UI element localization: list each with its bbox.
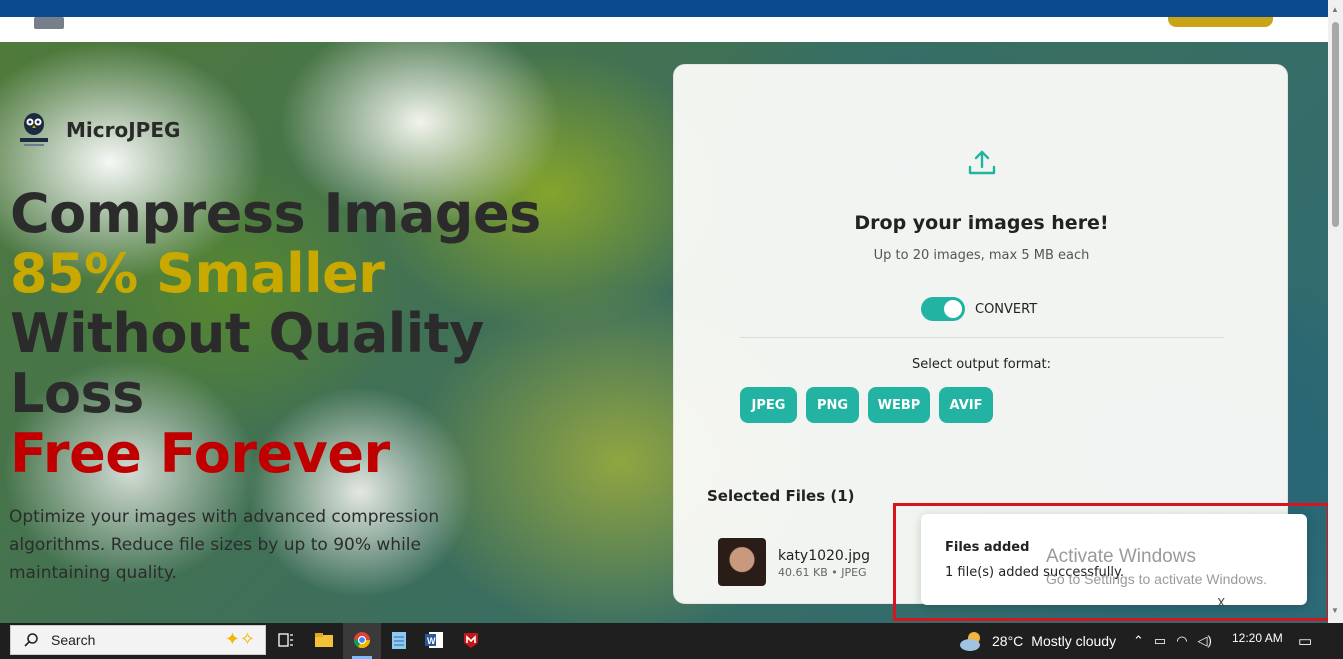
toggle-knob	[944, 300, 962, 318]
file-name: katy1020.jpg	[778, 548, 870, 564]
drop-title: Drop your images here!	[854, 212, 1109, 234]
convert-toggle-row: CONVERT	[921, 297, 1037, 321]
clock[interactable]: 12:20 AM	[1232, 631, 1283, 645]
headline-line-2: 85% Smaller	[10, 242, 385, 305]
search-label: Search	[51, 632, 96, 648]
search-icon	[24, 633, 38, 647]
wifi-icon[interactable]: ◠	[1176, 633, 1187, 649]
battery-icon[interactable]: ▭	[1154, 633, 1166, 649]
volume-icon[interactable]: ◁)	[1198, 633, 1212, 649]
headline-line-1: Compress Images	[10, 182, 541, 245]
scroll-down-arrow-icon[interactable]: ▼	[1331, 606, 1339, 615]
browser-top-strip	[0, 0, 1343, 17]
headline-line-3: Without Quality	[10, 302, 484, 365]
sparkle-icon: ✦✧	[224, 629, 255, 649]
weather-temp: 28°C	[992, 633, 1024, 649]
file-list-item[interactable]: katy1020.jpg 40.61 KB • JPEG	[718, 538, 870, 586]
upload-icon[interactable]	[966, 147, 998, 179]
page-scrollbar[interactable]: ▲ ▼	[1328, 0, 1343, 623]
brand: MicroJPEG	[18, 110, 180, 150]
chrome-icon[interactable]	[352, 630, 372, 650]
mcafee-icon[interactable]	[461, 630, 481, 650]
hero-headline: Compress Images 85% Smaller Without Qual…	[10, 184, 541, 484]
activate-windows-watermark: Activate Windows Go to Settings to activ…	[1046, 546, 1267, 587]
format-png-button[interactable]: PNG	[806, 387, 859, 423]
brand-name: MicroJPEG	[66, 118, 181, 142]
nav-cta-button[interactable]	[1168, 17, 1273, 27]
scroll-thumb[interactable]	[1332, 22, 1339, 227]
file-meta: 40.61 KB • JPEG	[778, 566, 867, 579]
word-icon[interactable]: W	[424, 630, 444, 650]
svg-text:W: W	[427, 636, 436, 646]
task-view-icon[interactable]	[276, 630, 296, 650]
hero-subtext: Optimize your images with advanced compr…	[9, 507, 440, 583]
headline-line-5: Free Forever	[10, 422, 390, 485]
selected-files-title: Selected Files (1)	[707, 487, 855, 505]
format-buttons: JPEG PNG WEBP AVIF	[740, 387, 993, 423]
taskbar-search[interactable]: Search ✦✧	[10, 625, 266, 655]
weather-desc: Mostly cloudy	[1031, 633, 1117, 649]
file-explorer-icon[interactable]	[314, 630, 334, 650]
tray-chevron-up-icon[interactable]: ⌃	[1133, 633, 1144, 649]
format-webp-button[interactable]: WEBP	[868, 387, 930, 423]
scroll-up-arrow-icon[interactable]: ▲	[1331, 5, 1339, 14]
headline-line-4: Loss	[10, 362, 144, 425]
file-thumbnail	[718, 538, 766, 586]
notification-icon[interactable]: ▭	[1298, 623, 1312, 659]
drop-subtitle: Up to 20 images, max 5 MB each	[873, 248, 1090, 263]
format-label: Select output format:	[911, 357, 1051, 372]
windows-taskbar: Search ✦✧ W 28°C Mostly cloudy ⌃ ▭ ◠ ◁) …	[0, 623, 1343, 659]
owl-logo-icon	[18, 110, 50, 150]
format-avif-button[interactable]: AVIF	[939, 387, 993, 423]
site-top-nav	[0, 17, 1328, 42]
watermark-line-2: Go to Settings to activate Windows.	[1046, 571, 1267, 587]
cloud-icon	[960, 632, 980, 651]
nav-logo[interactable]	[34, 17, 64, 29]
weather-widget[interactable]: 28°C Mostly cloudy	[958, 623, 1116, 659]
convert-label: CONVERT	[975, 301, 1038, 317]
divider	[740, 337, 1224, 338]
notepad-icon[interactable]	[389, 630, 409, 650]
convert-toggle[interactable]	[921, 297, 965, 321]
watermark-line-1: Activate Windows	[1046, 546, 1196, 567]
system-tray: ⌃ ▭ ◠ ◁)	[1133, 623, 1212, 659]
format-jpeg-button[interactable]: JPEG	[740, 387, 797, 423]
